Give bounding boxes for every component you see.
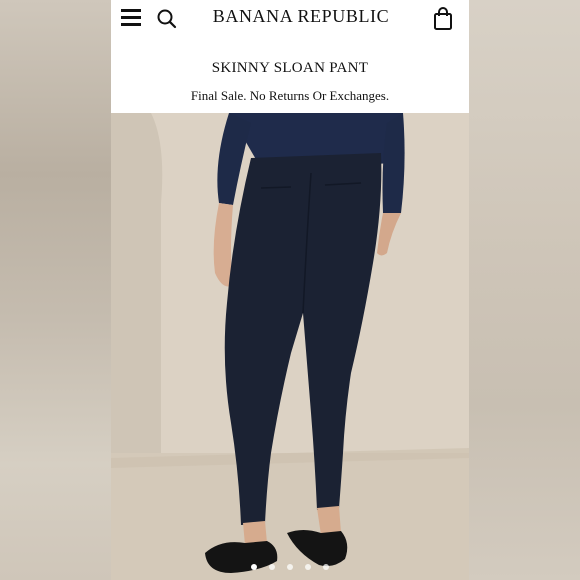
blurred-background-right xyxy=(469,0,580,580)
mobile-page: BANANA REPUBLIC SKINNY SLOAN PANT Final … xyxy=(111,0,469,580)
carousel-dot[interactable] xyxy=(305,564,311,570)
carousel-dot[interactable] xyxy=(287,564,293,570)
search-icon[interactable] xyxy=(156,8,178,30)
carousel-dots xyxy=(111,564,469,576)
carousel-dot[interactable] xyxy=(251,564,257,570)
carousel-dot[interactable] xyxy=(323,564,329,570)
shopping-bag-icon[interactable] xyxy=(433,7,453,31)
blurred-background-left xyxy=(0,0,111,580)
hamburger-menu-icon[interactable] xyxy=(121,9,141,26)
brand-logo[interactable]: BANANA REPUBLIC xyxy=(201,6,401,27)
product-title: SKINNY SLOAN PANT xyxy=(211,60,369,76)
final-sale-note: Final Sale. No Returns Or Exchanges. xyxy=(190,88,390,103)
carousel-dot[interactable] xyxy=(269,564,275,570)
screenshot-stage: BANANA REPUBLIC SKINNY SLOAN PANT Final … xyxy=(0,0,580,580)
product-photo-illustration xyxy=(111,113,469,580)
product-image[interactable] xyxy=(111,113,469,580)
product-title-block: SKINNY SLOAN PANT Final Sale. No Returns… xyxy=(111,38,469,113)
site-header: BANANA REPUBLIC xyxy=(111,0,469,38)
